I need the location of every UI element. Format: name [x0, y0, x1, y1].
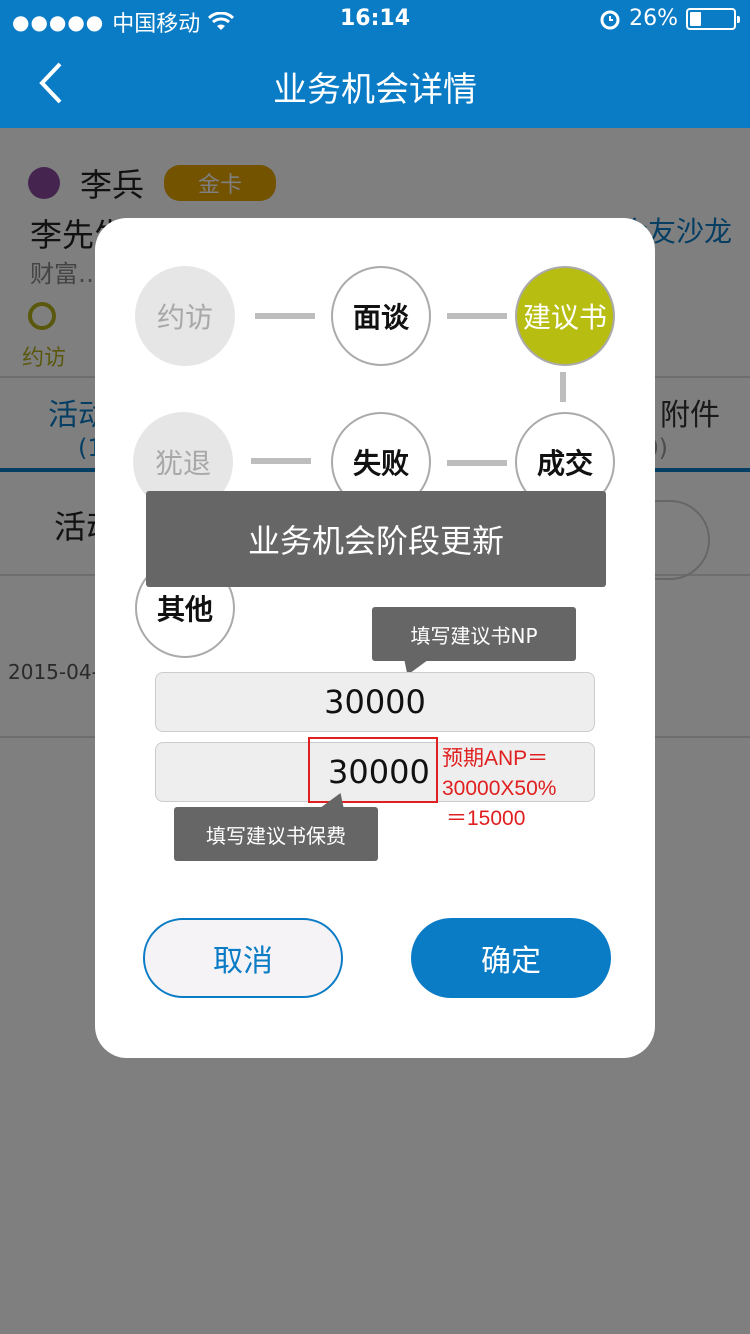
- cancel-button[interactable]: 取消: [143, 918, 343, 998]
- np-value: 30000: [324, 683, 426, 721]
- np-input[interactable]: 30000: [155, 672, 595, 732]
- stage-label: 其他: [156, 593, 213, 626]
- page-title: 业务机会详情: [273, 70, 477, 110]
- status-bar: ●●●●● 中国移动 16:14 26%: [0, 0, 750, 40]
- connector: [447, 460, 507, 466]
- stage-label: 犹退: [154, 447, 211, 480]
- annotation-line2: ＝15000: [446, 807, 526, 830]
- annotation-line1: 预期ANP＝30000X50%: [442, 747, 557, 800]
- anp-annotation: 预期ANP＝30000X50% ＝15000: [442, 744, 655, 834]
- connector: [255, 313, 315, 319]
- connector: [560, 372, 566, 402]
- battery-percent: 26%: [629, 6, 678, 31]
- connector: [447, 313, 507, 319]
- confirm-button[interactable]: 确定: [411, 918, 611, 998]
- stage-appointment[interactable]: 约访: [135, 266, 235, 366]
- alarm-icon: [600, 10, 620, 29]
- stage-label: 建议书: [522, 301, 607, 334]
- stage-interview[interactable]: 面谈: [331, 266, 431, 366]
- premium-tooltip: 填写建议书保费: [174, 807, 378, 861]
- stage-proposal[interactable]: 建议书: [515, 266, 615, 366]
- stage-label: 约访: [156, 301, 213, 334]
- battery-icon: [686, 7, 740, 30]
- stage-label: 失败: [352, 447, 409, 480]
- stage-label: 面谈: [352, 301, 409, 334]
- nav-bar: 业务机会详情: [0, 40, 750, 128]
- stage-update-toast: 业务机会阶段更新: [146, 491, 606, 587]
- stage-update-dialog: 约访 面谈 建议书 犹退 失败 成交 其他 业务机会阶段更新 填写建议书NP 3…: [95, 218, 655, 1058]
- connector: [251, 458, 311, 464]
- np-tooltip: 填写建议书NP: [372, 607, 576, 661]
- stage-label: 成交: [536, 447, 593, 480]
